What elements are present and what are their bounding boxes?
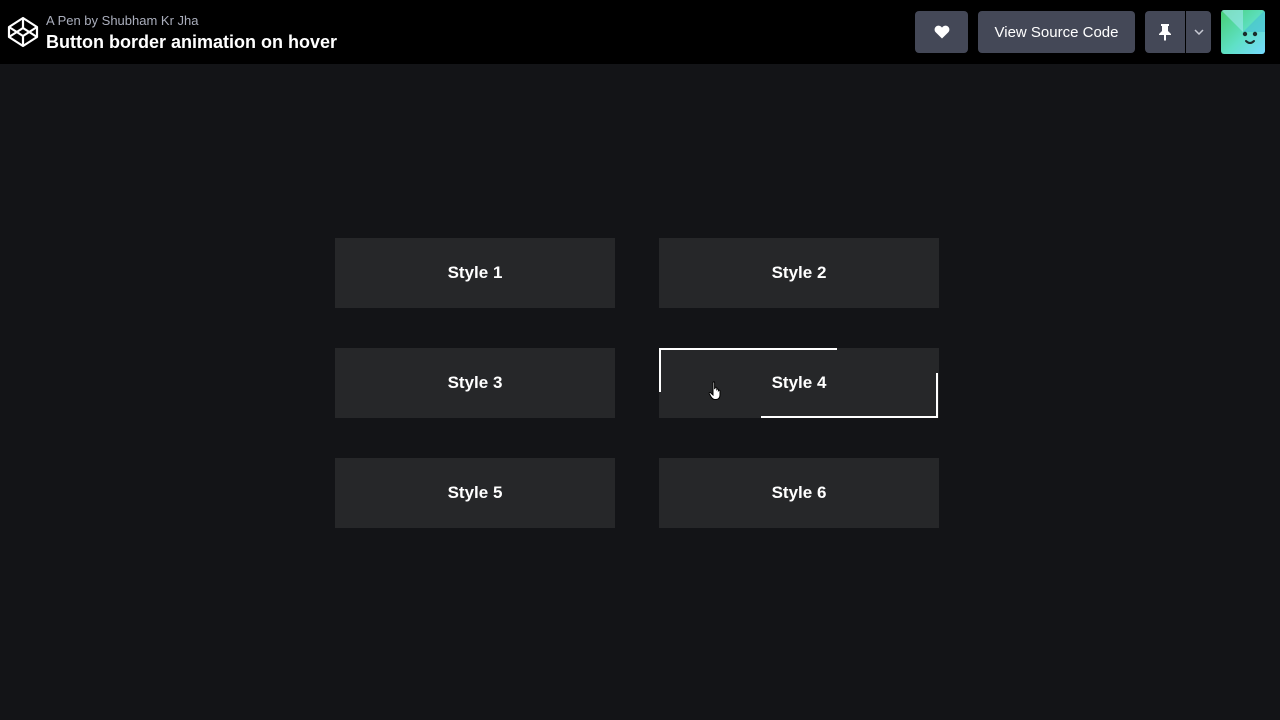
pin-button[interactable] — [1145, 11, 1185, 53]
hover-border-bottom — [761, 416, 938, 418]
chevron-down-icon — [1193, 29, 1204, 35]
hover-border-left — [659, 348, 661, 392]
view-source-code-button[interactable]: View Source Code — [978, 11, 1135, 53]
hand-cursor-icon — [708, 381, 721, 400]
pen-byline[interactable]: A Pen by Shubham Kr Jha — [46, 13, 198, 29]
hover-border-top — [659, 348, 837, 350]
style-3-button[interactable]: Style 3 — [335, 348, 615, 418]
style-2-button[interactable]: Style 2 — [659, 238, 939, 308]
user-avatar[interactable] — [1221, 10, 1265, 54]
style-5-button[interactable]: Style 5 — [335, 458, 615, 528]
hover-border-right — [936, 373, 938, 418]
pin-icon — [1159, 24, 1171, 41]
page-title: Button border animation on hover — [46, 32, 337, 52]
style-6-button[interactable]: Style 6 — [659, 458, 939, 528]
style-4-button[interactable]: Style 4 — [659, 348, 939, 418]
pin-options-dropdown[interactable] — [1186, 11, 1211, 53]
codepen-logo-icon[interactable] — [7, 16, 39, 48]
style-1-button[interactable]: Style 1 — [335, 238, 615, 308]
heart-icon — [934, 25, 949, 39]
like-button[interactable] — [915, 11, 968, 53]
top-bar: A Pen by Shubham Kr Jha Button border an… — [0, 0, 1280, 64]
